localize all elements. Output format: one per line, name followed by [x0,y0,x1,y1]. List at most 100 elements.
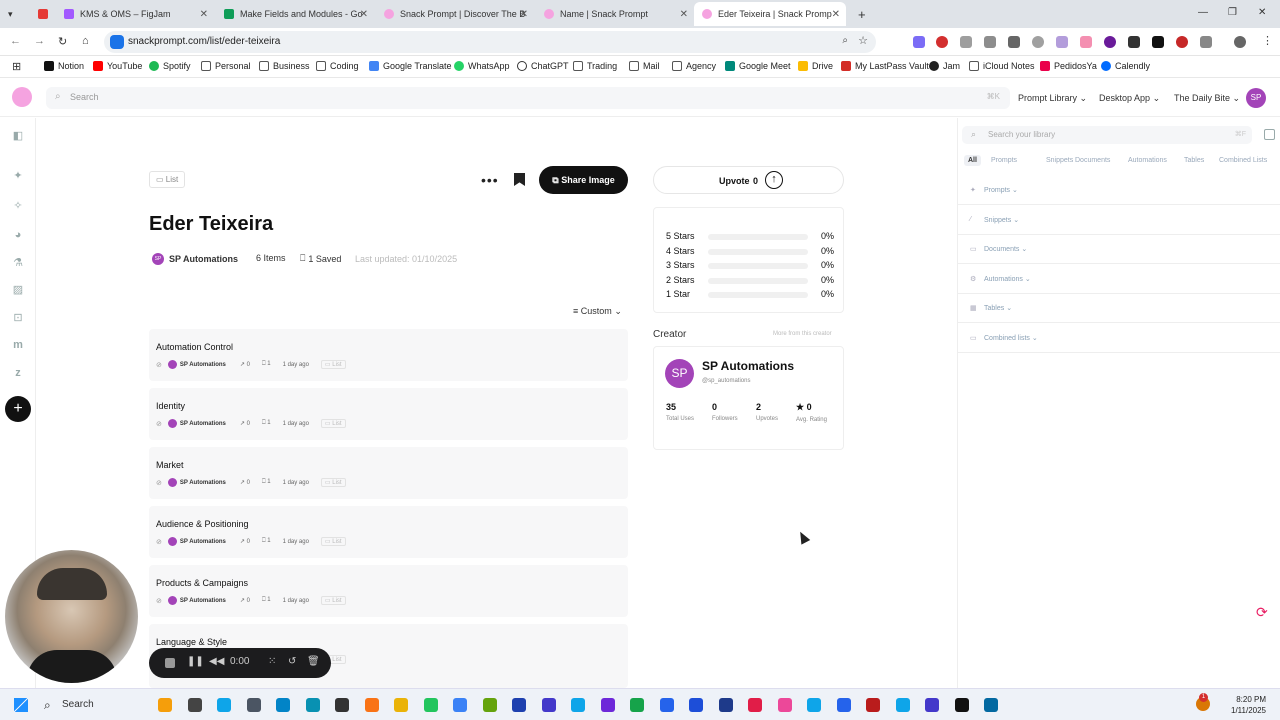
sidebar-toggle-icon[interactable]: ◧ [12,130,24,142]
sparkle-icon[interactable]: ✦ [12,170,24,182]
bookmark-whatsapp[interactable]: WhatsApp [454,61,510,71]
more-options-icon[interactable]: ••• [481,172,499,188]
magic-icon[interactable]: ✧ [12,200,24,212]
more-vert-icon[interactable]: ⋮ [1262,34,1273,47]
list-item[interactable]: Market ⊘ SP Automations ↗ 0 ⎕ 1 1 day ago ▭ Li… [149,447,628,499]
extension-icon[interactable] [1032,36,1044,48]
bookmark-trading[interactable]: Trading [573,61,617,71]
menu-prompt-library[interactable]: Prompt Library ⌄ [1018,93,1087,104]
image-icon[interactable]: ▨ [12,284,24,296]
collapse-panel-icon[interactable] [1264,129,1275,140]
chatgpt-icon[interactable] [954,698,969,712]
close-icon[interactable]: ✕ [200,9,208,20]
office-icon[interactable] [364,698,379,712]
maximize-icon[interactable]: ❐ [1228,7,1237,18]
bookmark-jam[interactable]: Jam [929,61,960,71]
library-section-tables[interactable]: ▦ Tables ⌄ [958,294,1280,323]
filter-tab-automations[interactable]: Automations [1124,155,1171,166]
app-icon[interactable] [925,698,939,712]
system-clock[interactable]: 8:20 PM 1/11/2025 [1226,694,1266,716]
filter-tab-documents[interactable]: Documents [1071,155,1114,166]
flask-icon[interactable]: ⚗ [12,257,24,269]
list-item[interactable]: Products & Campaigns ⊘ SP Automations ↗ 0 ⎕ … [149,565,628,617]
library-section-documents[interactable]: ▭ Documents ⌄ [958,235,1280,264]
user-avatar[interactable]: SP [1246,88,1266,108]
rewind-icon[interactable]: ◀◀ [209,656,224,667]
forward-icon[interactable]: → [34,35,45,47]
terminal-icon[interactable] [335,698,349,712]
chart-icon[interactable]: ◕ [12,229,24,241]
tab-3[interactable]: Name | Snack Prompt ✕ [536,2,694,26]
restart-icon[interactable]: ↺ [288,656,296,667]
bookmark-agency[interactable]: Agency [672,61,716,71]
close-icon[interactable]: ✕ [832,9,840,20]
author-link[interactable]: SP SP Automations [152,253,238,265]
vscode-icon[interactable] [571,698,585,712]
store-icon[interactable] [217,698,231,712]
library-section-snippets[interactable]: ⁄ Snippets ⌄ [958,206,1280,235]
outlook-icon[interactable] [689,698,703,712]
bookmark-business[interactable]: Business [259,61,310,71]
star-icon[interactable]: ☆ [858,34,868,47]
more-from-creator-link[interactable]: More from this creator [773,331,832,337]
snackprompt-logo[interactable] [12,87,32,107]
extension-icon[interactable] [936,36,948,48]
folder-icon[interactable] [394,698,408,712]
site-info-icon[interactable] [110,35,124,49]
creator-card[interactable]: SP SP Automations @sp_automations 35 Tot… [653,346,844,450]
filter-tab-tables[interactable]: Tables [1180,155,1208,166]
mic-icon[interactable] [960,36,972,48]
menu-desktop-app[interactable]: Desktop App ⌄ [1099,93,1160,104]
tab-pinned[interactable] [30,2,54,26]
close-icon[interactable]: ✕ [680,9,688,20]
profile-icon[interactable] [1234,36,1246,48]
extension-icon[interactable] [1104,36,1116,48]
lightroom-icon[interactable] [718,698,733,712]
integrations-icon[interactable]: ⊡ [12,312,24,324]
bookmark-personal[interactable]: Personal [201,61,251,71]
spotify-icon[interactable] [630,698,644,712]
search-input[interactable]: ⌕ Search ⌘K [46,87,1010,109]
puzzle-icon[interactable] [1200,36,1212,48]
filter-tab-all[interactable]: All [964,155,981,166]
tab-1[interactable]: Make Fields and Modules - Go ✕ [216,2,374,26]
app-icon[interactable] [895,698,910,712]
clickup-icon[interactable]: ⟳ [1256,604,1268,621]
settings-icon[interactable] [246,698,261,712]
list-item[interactable]: Identity ⊘ SP Automations ↗ 0 ⎕ 1 1 day ago ▭ … [149,388,628,440]
home-icon[interactable]: ⌂ [82,35,89,47]
task-view-icon[interactable] [187,698,202,712]
grid-icon[interactable]: ⁙ [268,656,276,667]
illustrator-icon[interactable] [866,698,880,712]
extension-icon[interactable] [913,36,925,48]
zoom-search-icon[interactable]: ⌕ [842,35,848,46]
new-tab-button[interactable]: + [850,2,870,26]
make-icon[interactable]: m [12,339,24,351]
extension-icon[interactable] [1008,36,1020,48]
extension-icon[interactable] [1056,36,1068,48]
github-icon[interactable] [600,698,615,712]
bookmark-notion[interactable]: Notion [44,61,84,71]
bookmark-coding[interactable]: Coding [316,61,359,71]
extension-icon[interactable] [1128,36,1140,48]
bookmark-spotify[interactable]: Spotify [149,61,191,71]
tab-search-button[interactable]: ▾ [4,2,24,26]
bookmark-google-translate[interactable]: Google Translate [369,61,452,71]
sort-select[interactable]: ≡ Custom ⌄ [573,306,622,317]
app-icon[interactable] [984,698,998,712]
notes-icon[interactable] [659,698,674,712]
create-plus-button[interactable]: + [5,396,31,422]
list-item[interactable]: Audience & Positioning ⊘ SP Automations ↗ 0… [149,506,628,558]
reload-icon[interactable]: ↻ [58,35,67,48]
whatsapp-icon[interactable] [423,698,438,712]
close-icon[interactable]: ✕ [360,9,368,20]
trash-icon[interactable]: 🗑 [307,656,320,667]
slack-icon[interactable] [777,698,792,712]
bookmark-icon[interactable] [514,173,525,186]
minimize-icon[interactable]: — [1198,7,1208,18]
bookmark-chatgpt[interactable]: ChatGPT [517,61,569,71]
bookmark-drive[interactable]: Drive [798,61,833,71]
menu-the-daily-bite[interactable]: The Daily Bite ⌄ [1174,93,1240,104]
app-icon[interactable] [541,698,556,712]
app-icon[interactable] [748,698,762,712]
